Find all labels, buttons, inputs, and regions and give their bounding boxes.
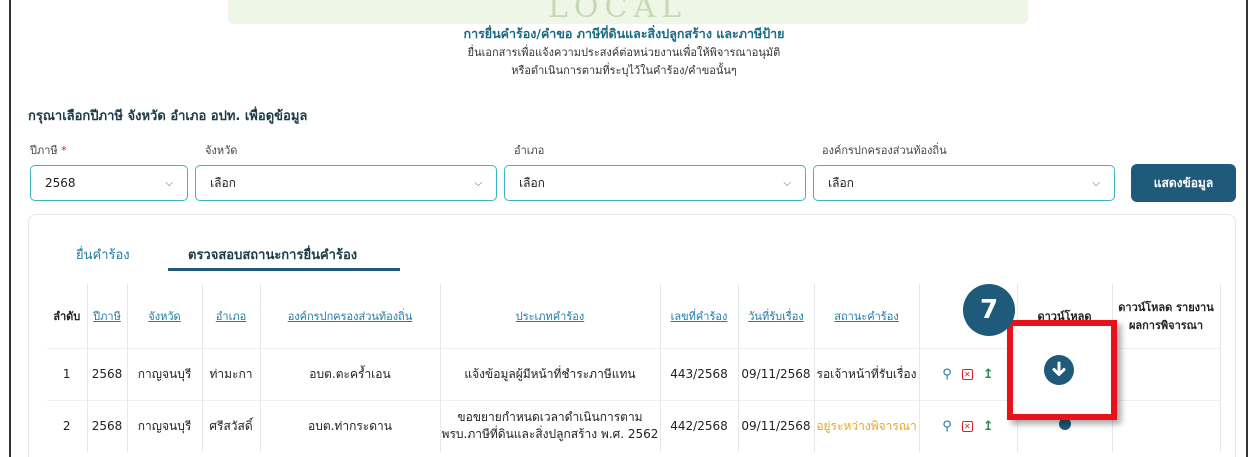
watermark-text: LOCAL bbox=[548, 0, 688, 25]
cell-received-date: 09/11/2568 bbox=[738, 347, 815, 400]
year-select-value: 2568 bbox=[45, 176, 76, 190]
cell-actions: ⚲ ✕ ↥ bbox=[919, 399, 1018, 452]
page-header: การยื่นคำร้อง/คำขอ ภาษีที่ดินและสิ่งปลูก… bbox=[0, 24, 1248, 80]
chevron-down-icon: ⌵ bbox=[783, 177, 791, 189]
arrow-down-icon bbox=[1052, 361, 1066, 376]
cell-org: อบต.ตะคร้ำเอน bbox=[260, 347, 441, 400]
cell-type: ขอขยายกำหนดเวลาดำเนินการตาม พรบ.ภาษีที่ด… bbox=[440, 399, 661, 452]
cell-actions: ⚲ ✕ ↥ bbox=[919, 347, 1018, 400]
province-label: จังหวัด bbox=[205, 144, 238, 157]
cell-type: แจ้งข้อมูลผู้มีหน้าที่ชำระภาษีแทน bbox=[440, 347, 661, 400]
district-select[interactable]: เลือก ⌵ bbox=[504, 165, 806, 201]
chevron-down-icon: ⌵ bbox=[1092, 177, 1100, 189]
org-select-value: เลือก bbox=[828, 175, 854, 190]
col-header-district[interactable]: อำเภอ bbox=[202, 284, 261, 348]
cell-no: 1 bbox=[47, 347, 88, 400]
upload-icon[interactable]: ↥ bbox=[983, 366, 994, 383]
page-subtitle-1: ยื่นเอกสารเพื่อแจ้งความประสงค์ต่อหน่วยงา… bbox=[467, 46, 781, 59]
cell-province: กาญจนบุรี bbox=[127, 399, 203, 452]
chevron-down-icon: ⌵ bbox=[165, 177, 173, 189]
cell-report bbox=[1112, 399, 1221, 452]
year-label: ปีภาษี * bbox=[30, 144, 67, 157]
cell-status: รอเจ้าหน้าที่รับเรื่อง bbox=[814, 347, 920, 400]
download-icon[interactable] bbox=[1044, 355, 1074, 385]
search-icon[interactable]: ⚲ bbox=[942, 418, 952, 435]
year-select[interactable]: 2568 ⌵ bbox=[30, 165, 188, 201]
required-marker: * bbox=[61, 144, 67, 157]
org-select[interactable]: เลือก ⌵ bbox=[813, 165, 1115, 201]
step-badge: 7 bbox=[963, 284, 1015, 336]
col-header-received-date[interactable]: วันที่รับเรื่อง bbox=[738, 284, 815, 348]
district-select-value: เลือก bbox=[519, 175, 545, 190]
col-header-status[interactable]: สถานะคำร้อง bbox=[814, 284, 920, 348]
upload-icon[interactable]: ↥ bbox=[983, 418, 994, 435]
col-header-org[interactable]: องค์กรปกครองส่วนท้องถิ่น bbox=[260, 284, 441, 348]
cell-request-number: 442/2568 bbox=[660, 399, 739, 452]
cell-org: อบต.ท่ากระดาน bbox=[260, 399, 441, 452]
page-title: การยื่นคำร้อง/คำขอ ภาษีที่ดินและสิ่งปลูก… bbox=[463, 26, 785, 41]
org-label: องค์กรปกครองส่วนท้องถิ่น bbox=[822, 144, 947, 157]
tab-submit-request[interactable]: ยื่นคำร้อง bbox=[76, 244, 130, 265]
chevron-down-icon: ⌵ bbox=[474, 177, 482, 189]
page-subtitle-2: หรือดำเนินการตามที่ระบุไว้ในคำร้อง/คำขอน… bbox=[511, 64, 737, 77]
cell-district: ศรีสวัสดิ์ bbox=[202, 399, 261, 452]
cell-year: 2568 bbox=[87, 347, 128, 400]
col-header-type[interactable]: ประเภทคำร้อง bbox=[440, 284, 661, 348]
col-header-report: ดาวน์โหลด รายงานผลการพิจารณา bbox=[1112, 284, 1221, 348]
filter-prompt: กรุณาเลือกปีภาษี จังหวัด อำเภอ อปท. เพื่… bbox=[28, 109, 308, 124]
cell-request-number: 443/2568 bbox=[660, 347, 739, 400]
cancel-icon[interactable]: ✕ bbox=[961, 420, 973, 432]
district-label: อำเภอ bbox=[514, 144, 545, 157]
province-select[interactable]: เลือก ⌵ bbox=[195, 165, 497, 201]
col-header-no: ลำดับ bbox=[47, 284, 88, 348]
tab-check-status[interactable]: ตรวจสอบสถานะการยื่นคำร้อง bbox=[188, 244, 357, 265]
col-header-year[interactable]: ปีภาษี bbox=[87, 284, 128, 348]
cell-status: อยู่ระหว่างพิจารณา bbox=[814, 399, 920, 452]
search-icon[interactable]: ⚲ bbox=[942, 366, 952, 383]
cell-received-date: 09/11/2568 bbox=[738, 399, 815, 452]
cancel-icon[interactable]: ✕ bbox=[961, 368, 973, 380]
cell-report bbox=[1112, 347, 1221, 400]
show-data-button[interactable]: แสดงข้อมูล bbox=[1131, 164, 1236, 202]
col-header-province[interactable]: จังหวัด bbox=[127, 284, 203, 348]
province-select-value: เลือก bbox=[210, 175, 236, 190]
col-header-request-number[interactable]: เลขที่คำร้อง bbox=[660, 284, 739, 348]
cell-district: ท่ามะกา bbox=[202, 347, 261, 400]
cell-year: 2568 bbox=[87, 399, 128, 452]
active-tab-indicator bbox=[168, 268, 400, 271]
cell-no: 2 bbox=[47, 399, 88, 452]
cell-province: กาญจนบุรี bbox=[127, 347, 203, 400]
